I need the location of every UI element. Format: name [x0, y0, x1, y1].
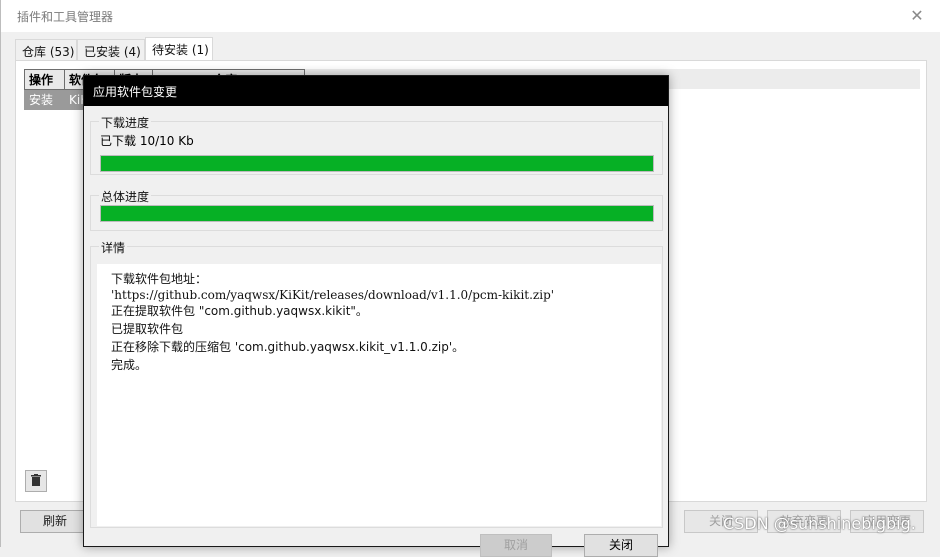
details-label: 详情 — [99, 239, 128, 256]
tab-repository[interactable]: 仓库 (53) — [15, 39, 77, 61]
tab-installed[interactable]: 已安装 (4) — [77, 39, 145, 61]
log-line: 已提取软件包 — [111, 322, 184, 336]
trash-icon — [31, 474, 41, 486]
row-action-cell: 安装 — [24, 89, 65, 110]
cancel-button[interactable]: 取消 — [480, 534, 552, 557]
apply-changes-dialog: 应用软件包变更 下载进度 已下载 10/10 Kb 总体进度 详情 下载软件包地… — [83, 75, 669, 557]
download-progress-bar — [100, 155, 654, 172]
download-progress-fill — [101, 156, 653, 171]
log-line: 正在移除下载的压缩包 'com.github.yaqwsx.kikit_v1.1… — [111, 340, 465, 354]
download-progress-group: 下载进度 已下载 10/10 Kb — [90, 114, 663, 175]
overall-progress-group: 总体进度 — [90, 188, 663, 231]
log-line: 完成。 — [111, 358, 148, 372]
dialog-close-button[interactable]: 关闭 — [584, 534, 658, 557]
overall-progress-fill — [101, 206, 653, 221]
tab-pending[interactable]: 待安装 (1) — [145, 37, 213, 62]
watermark: CSDN @sunshinebigbig. — [723, 514, 916, 533]
download-progress-label: 下载进度 — [99, 114, 152, 131]
delete-button[interactable] — [25, 470, 47, 492]
log-line: 正在提取软件包 "com.github.yaqwsx.kikit"。 — [111, 304, 368, 318]
log-line: 'https://github.com/yaqwsx/KiKit/release… — [111, 288, 555, 302]
dialog-titlebar: 应用软件包变更 — [84, 76, 668, 106]
details-group: 详情 下载软件包地址： 'https://github.com/yaqwsx/K… — [90, 239, 663, 528]
window-close-icon[interactable]: ✕ — [907, 6, 927, 26]
window-title: 插件和工具管理器 — [17, 10, 114, 24]
dialog-title: 应用软件包变更 — [93, 85, 178, 99]
overall-progress-bar — [100, 205, 654, 222]
overall-progress-label: 总体进度 — [99, 188, 152, 205]
download-status-text: 已下载 10/10 Kb — [100, 134, 194, 148]
log-line: 下载软件包地址： — [111, 272, 208, 286]
details-log[interactable]: 下载软件包地址： 'https://github.com/yaqwsx/KiKi… — [97, 264, 661, 526]
column-header-action[interactable]: 操作 — [24, 69, 65, 90]
window-titlebar: 插件和工具管理器 ✕ — [1, 0, 940, 32]
refresh-button[interactable]: 刷新 — [20, 510, 90, 533]
